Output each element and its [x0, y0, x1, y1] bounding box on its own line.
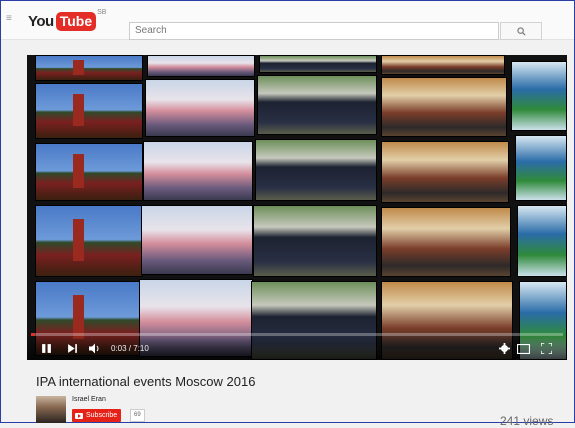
video-thumbnail [35, 83, 143, 139]
logo-tube-text: Tube [55, 11, 97, 31]
view-count: 241 views [500, 414, 554, 428]
video-thumbnail [381, 141, 509, 203]
video-thumbnail [517, 205, 567, 277]
progress-bar[interactable] [31, 333, 563, 336]
next-icon [68, 344, 77, 353]
volume-icon [89, 343, 99, 354]
fullscreen-button[interactable] [541, 343, 552, 354]
avatar[interactable] [36, 396, 66, 423]
search-button[interactable] [500, 22, 542, 40]
video-thumbnail [143, 141, 253, 201]
time-display: 0:03 / 7:10 [111, 344, 149, 353]
settings-button[interactable] [499, 343, 510, 354]
search-input[interactable]: Search [129, 22, 499, 40]
logo-region-code: SB [97, 9, 107, 16]
youtube-icon [75, 412, 83, 419]
video-thumbnail [147, 55, 255, 77]
youtube-logo[interactable]: You Tube SB [28, 9, 107, 31]
subscriber-count: 69 [130, 409, 145, 422]
video-frame [27, 55, 567, 360]
play-button[interactable] [41, 343, 52, 354]
next-button[interactable] [67, 343, 78, 354]
subscribe-button[interactable]: Subscribe [72, 409, 122, 422]
video-thumbnail [253, 205, 377, 277]
volume-button[interactable] [89, 343, 101, 354]
player-controls [27, 334, 567, 360]
progress-fill [31, 333, 35, 336]
video-thumbnail [141, 205, 253, 275]
video-thumbnail [257, 75, 377, 135]
menu-icon[interactable]: ≡ [6, 13, 12, 24]
channel-name[interactable]: Israel Eran [72, 396, 106, 403]
video-thumbnail [35, 55, 143, 81]
video-thumbnail [255, 139, 377, 201]
logo-you-text: You [28, 12, 54, 30]
video-thumbnail [145, 79, 255, 137]
play-icon [42, 344, 51, 353]
search-icon [516, 26, 526, 36]
settings-icon [499, 343, 510, 354]
video-thumbnail [35, 205, 143, 277]
video-thumbnail [381, 77, 507, 137]
video-thumbnail [381, 207, 511, 277]
video-thumbnail [511, 61, 567, 131]
video-thumbnail [381, 55, 505, 75]
video-thumbnail [515, 135, 567, 201]
video-thumbnail [259, 55, 377, 73]
video-player[interactable]: 0:03 / 7:10 [27, 55, 567, 360]
video-thumbnail [35, 143, 143, 201]
subscribe-label: Subscribe [86, 412, 118, 419]
fullscreen-icon [541, 343, 552, 354]
video-title: IPA international events Moscow 2016 [36, 374, 256, 389]
theater-icon [517, 344, 530, 354]
theater-button[interactable] [517, 344, 530, 354]
